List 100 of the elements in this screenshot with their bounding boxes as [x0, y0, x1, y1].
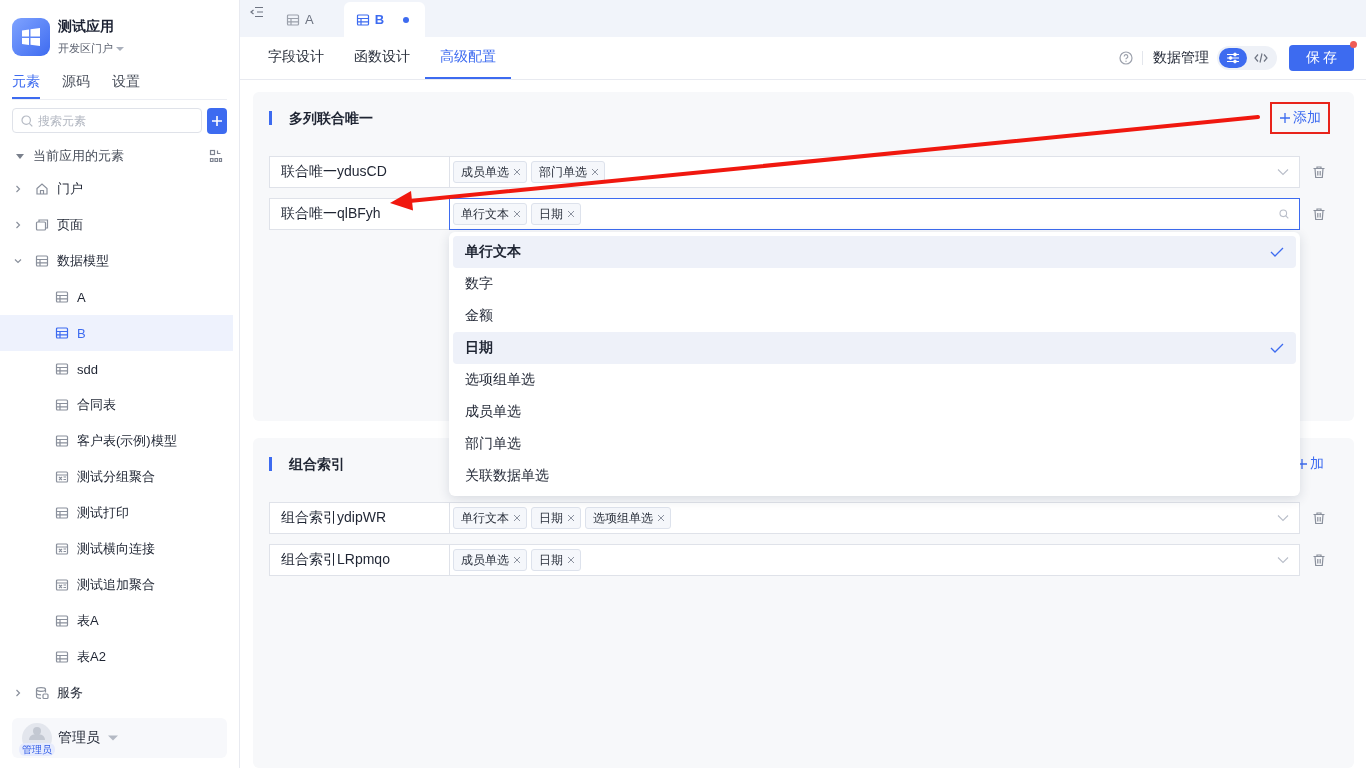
- close-icon: [567, 514, 575, 522]
- tree-item[interactable]: 表A: [0, 603, 233, 639]
- grid-icon: [55, 470, 69, 484]
- add-link[interactable]: 加: [1296, 455, 1324, 473]
- rule-name: 联合唯一qlBFyh: [269, 198, 449, 230]
- dropdown-option[interactable]: 单行文本: [453, 236, 1296, 268]
- close-icon: [513, 514, 521, 522]
- tree-item[interactable]: A: [0, 279, 233, 315]
- trash-icon: [1312, 165, 1326, 179]
- add-link[interactable]: 添加: [1272, 104, 1328, 132]
- dropdown-option[interactable]: 金额: [453, 300, 1296, 332]
- chevron-down-icon: [1277, 514, 1289, 522]
- editor-tab[interactable]: B: [343, 2, 426, 37]
- add-button[interactable]: [207, 108, 227, 134]
- tree-item[interactable]: 页面: [0, 207, 233, 243]
- dropdown-option[interactable]: 数字: [453, 268, 1296, 300]
- tag-select[interactable]: 成员单选 日期: [449, 544, 1300, 576]
- check-icon: [1270, 247, 1284, 257]
- table-icon: [55, 398, 69, 412]
- user-name: 管理员: [58, 729, 100, 747]
- dropdown-option[interactable]: 关联数据单选: [453, 460, 1296, 492]
- tree-item[interactable]: 表A2: [0, 639, 233, 675]
- tag-label: 日期: [539, 205, 563, 223]
- tree-item[interactable]: 门户: [0, 171, 233, 207]
- sliders-icon: [1226, 52, 1240, 64]
- portal-dropdown[interactable]: 开发区门户: [58, 41, 124, 56]
- search-box[interactable]: 搜索元素: [12, 108, 202, 133]
- tree-item[interactable]: 测试横向连接: [0, 531, 233, 567]
- tree-item[interactable]: B: [0, 315, 233, 351]
- close-icon: [513, 556, 521, 564]
- trash-icon: [1312, 207, 1326, 221]
- tag-label: 成员单选: [461, 551, 509, 569]
- dropdown-option[interactable]: 部门单选: [453, 428, 1296, 460]
- search-field[interactable]: 搜索元素: [38, 113, 193, 128]
- chevron-right-icon: [13, 688, 23, 698]
- tree-item[interactable]: 服务: [0, 675, 233, 711]
- design-tab[interactable]: 函数设计: [339, 37, 425, 79]
- code-icon: [1254, 52, 1268, 64]
- rule-name: 联合唯一ydusCD: [269, 156, 449, 188]
- table-icon: [35, 254, 49, 268]
- tag-select[interactable]: 成员单选 部门单选: [449, 156, 1300, 188]
- help-icon: [1119, 51, 1133, 65]
- tree-item[interactable]: 合同表: [0, 387, 233, 423]
- tree-item[interactable]: 测试打印: [0, 495, 233, 531]
- caret-icon: [108, 735, 118, 741]
- trash-icon: [1312, 511, 1326, 525]
- tag-select[interactable]: 单行文本 日期 选项组单选: [449, 502, 1300, 534]
- dropdown-option[interactable]: 日期: [453, 332, 1296, 364]
- editor-tab[interactable]: A: [286, 2, 328, 37]
- data-manage-label: 数据管理: [1153, 49, 1209, 67]
- tag-label: 日期: [539, 509, 563, 527]
- table-icon: [55, 326, 69, 340]
- dropdown-option[interactable]: 选项组单选: [453, 364, 1296, 396]
- dropdown-option[interactable]: 成员单选: [453, 396, 1296, 428]
- close-icon: [567, 210, 575, 218]
- table-icon: [286, 12, 300, 27]
- sidebar-tab[interactable]: 源码: [62, 73, 90, 99]
- tag-label: 部门单选: [539, 163, 587, 181]
- tree-item[interactable]: 数据模型: [0, 243, 233, 279]
- plus-icon: [1279, 112, 1291, 124]
- tag-label: 单行文本: [461, 205, 509, 223]
- trash-icon: [1312, 553, 1326, 567]
- tree-item[interactable]: sdd: [0, 351, 233, 387]
- chevron-down-icon: [1277, 168, 1289, 176]
- mode-button[interactable]: [1219, 48, 1247, 68]
- close-icon: [657, 514, 665, 522]
- search-icon: [21, 114, 33, 127]
- sidebar-tab[interactable]: 元素: [12, 73, 40, 99]
- database-icon: [35, 686, 49, 700]
- home-icon: [35, 182, 49, 196]
- chevron-right-icon: [13, 184, 23, 194]
- chevron-down-icon: [1277, 556, 1289, 564]
- grid-icon: [55, 578, 69, 592]
- user-menu[interactable]: 管理员 管理员: [12, 718, 227, 758]
- close-icon: [513, 168, 521, 176]
- collapse-icon: [250, 5, 264, 18]
- tree-item[interactable]: 测试分组聚合: [0, 459, 233, 495]
- close-icon: [567, 556, 575, 564]
- tree-item[interactable]: 客户表(示例)模型: [0, 423, 233, 459]
- tree-item[interactable]: 测试追加聚合: [0, 567, 233, 603]
- section-title: 组合索引: [269, 457, 345, 471]
- unsaved-dot: [403, 16, 410, 23]
- close-icon: [513, 210, 521, 218]
- app-name: 测试应用: [58, 18, 115, 36]
- table-icon: [55, 506, 69, 520]
- close-icon: [591, 168, 599, 176]
- tree-title: 当前应用的元素: [33, 147, 125, 165]
- app-logo: [12, 18, 50, 56]
- sidebar-tab[interactable]: 设置: [112, 73, 140, 99]
- table-icon: [55, 290, 69, 304]
- design-tab[interactable]: 字段设计: [253, 37, 339, 79]
- avatar-badge: 管理员: [19, 743, 55, 756]
- pages-icon: [35, 218, 49, 232]
- tag-label: 选项组单选: [593, 509, 653, 527]
- tag-label: 成员单选: [461, 163, 509, 181]
- rule-name: 组合索引ydipWR: [269, 502, 449, 534]
- table-icon: [55, 434, 69, 448]
- check-icon: [1270, 343, 1284, 353]
- tag-select[interactable]: 单行文本 日期: [449, 198, 1300, 230]
- help-button[interactable]: [1119, 51, 1143, 65]
